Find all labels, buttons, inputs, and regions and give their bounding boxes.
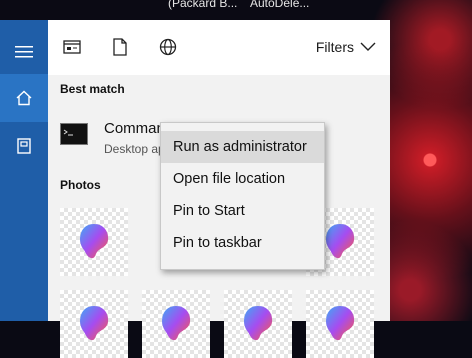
notebook-icon — [17, 138, 31, 154]
pin-to-start-item[interactable]: Pin to Start — [161, 195, 324, 227]
notebook-button[interactable] — [0, 122, 48, 170]
filters-label: Filters — [315, 39, 354, 55]
taskbar-top: (Packard B... AutoDele... — [0, 0, 472, 20]
command-prompt-icon — [60, 123, 88, 145]
photo-thumbnail[interactable] — [224, 290, 292, 358]
apps-filter-button[interactable] — [62, 37, 82, 57]
documents-filter-button[interactable] — [110, 37, 130, 57]
open-file-location-item[interactable]: Open file location — [161, 163, 324, 195]
hamburger-icon — [15, 46, 33, 58]
web-filter-button[interactable] — [158, 37, 178, 57]
home-icon — [16, 90, 32, 106]
menu-button[interactable] — [0, 28, 48, 76]
search-toolbar: Filters — [48, 20, 390, 75]
paint-3d-icon — [80, 306, 109, 341]
paint-3d-icon — [80, 224, 109, 259]
photo-thumbnail[interactable] — [142, 290, 210, 358]
paint-3d-icon — [326, 224, 355, 259]
paint-3d-icon — [162, 306, 191, 341]
run-as-administrator-item[interactable]: Run as administrator — [161, 131, 324, 163]
photo-thumbnail[interactable] — [60, 290, 128, 358]
context-menu: Run as administrator Open file location … — [160, 122, 325, 270]
document-icon — [113, 38, 127, 56]
chevron-down-icon — [360, 42, 376, 51]
photo-thumbnail[interactable] — [306, 290, 374, 358]
pin-to-taskbar-item[interactable]: Pin to taskbar — [161, 227, 324, 259]
paint-3d-icon — [244, 306, 273, 341]
globe-icon — [159, 38, 177, 56]
paint-3d-icon — [326, 306, 355, 341]
app-window-icon — [63, 40, 81, 54]
photos-heading: Photos — [60, 178, 101, 192]
photo-thumbnail[interactable] — [60, 208, 128, 276]
home-button[interactable] — [0, 74, 48, 122]
taskbar-item[interactable]: (Packard B... — [168, 0, 237, 10]
best-match-heading: Best match — [60, 82, 125, 96]
taskbar-item[interactable]: AutoDele... — [250, 0, 309, 10]
start-rail — [0, 20, 48, 321]
filters-dropdown[interactable]: Filters — [316, 39, 376, 55]
